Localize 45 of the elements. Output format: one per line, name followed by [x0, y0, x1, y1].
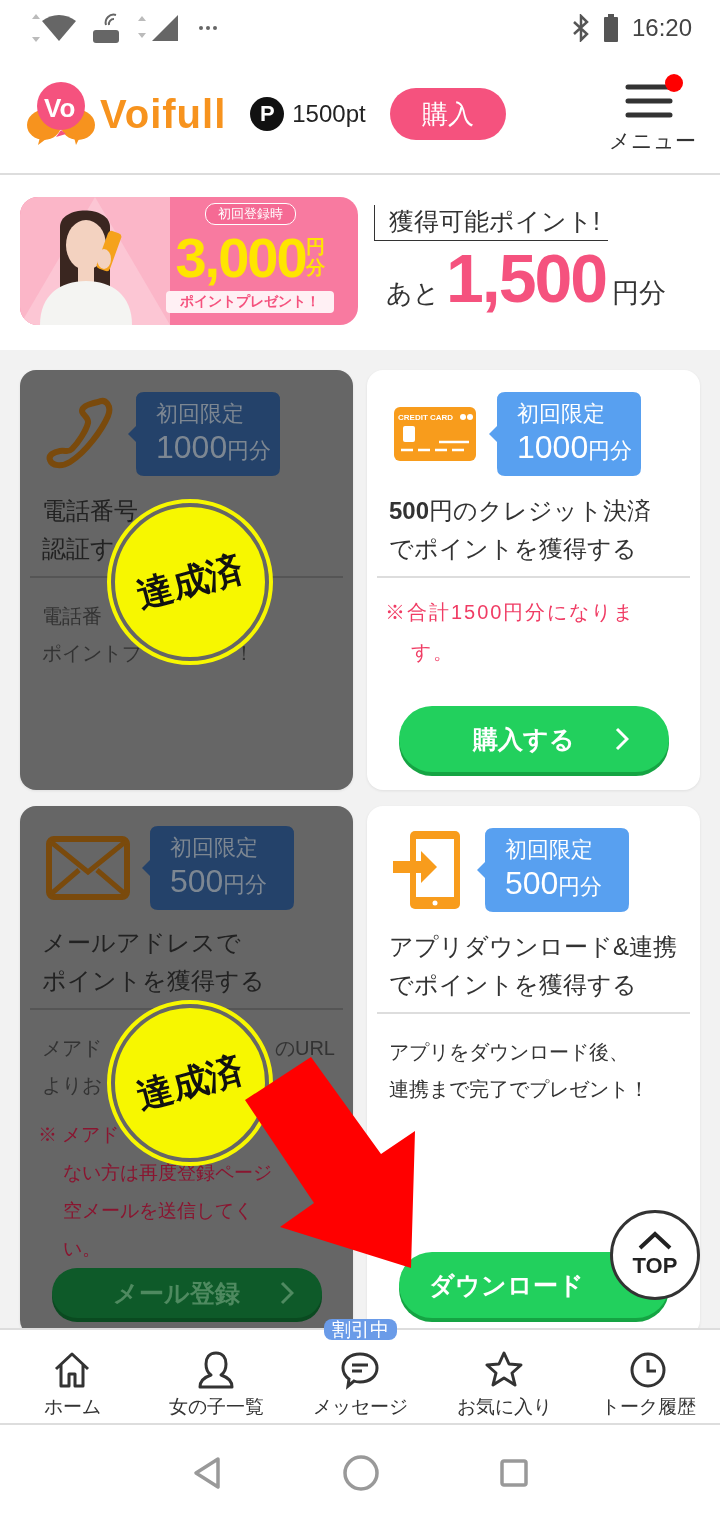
promo-unit: 円分	[305, 236, 325, 278]
offer-title: でポイントを獲得する	[389, 534, 637, 564]
offer-title: ポイントを獲得する	[42, 966, 265, 996]
offer-description: 連携まで完了でプレゼント！	[389, 1077, 649, 1102]
envelope-icon	[46, 836, 130, 900]
clock-time: 16:20	[631, 13, 692, 42]
menu-label: メニュー	[609, 128, 696, 154]
nav-tab[interactable]: ホーム	[0, 1346, 144, 1423]
caret-up-icon	[637, 1231, 673, 1251]
offer-title: でポイントを獲得する	[389, 970, 637, 1000]
offer-note: ※合計1500円分になりま	[385, 600, 636, 625]
logo-text: Voifull	[100, 91, 227, 137]
nav-tab[interactable]: お気に入り	[432, 1346, 576, 1423]
remaining-unit: 円分	[612, 276, 667, 310]
offer-title: 500円のクレジット決済	[389, 496, 652, 526]
promo-tag: 初回登録時	[204, 202, 296, 225]
discount-badge: 割引中	[323, 1319, 397, 1340]
remaining-points: 1,500	[446, 238, 607, 317]
offer-note: す。	[411, 640, 455, 665]
recents-icon[interactable]	[500, 1458, 528, 1487]
battery-icon	[603, 13, 618, 42]
remaining-prefix: あと	[386, 276, 440, 310]
points-headline: 獲得可能ポイント!	[374, 204, 608, 241]
nav-tab[interactable]: トーク履歴	[576, 1346, 720, 1423]
home-button-icon[interactable]	[342, 1453, 380, 1492]
bonus-badge: 初回限定 500円分	[477, 828, 629, 912]
points-icon: P	[250, 97, 285, 131]
more-icon	[198, 24, 218, 31]
offer-title: メールアドレスで	[42, 928, 241, 958]
back-icon[interactable]	[192, 1455, 222, 1490]
points-balance: 1500pt	[292, 100, 366, 128]
offer-title: アプリダウンロード&連携	[389, 932, 677, 962]
offer-description: アプリをダウンロード後、	[389, 1040, 629, 1065]
credit-card-icon: CREDIT CARD	[393, 406, 477, 462]
promo-caption: ポイントプレゼント！	[166, 290, 334, 313]
offer-note: い。	[62, 1237, 101, 1261]
bonus-badge: 初回限定 1000円分	[489, 392, 641, 476]
nav-tab[interactable]: メッセージ	[288, 1346, 432, 1423]
person-icon	[196, 1349, 236, 1390]
promo-amount: 3,000	[175, 224, 306, 291]
bonus-badge: 初回限定 500円分	[142, 826, 294, 910]
bonus-badge: 初回限定 1000円分	[128, 392, 280, 476]
offer-note: 空メールを送信してく	[62, 1199, 253, 1223]
nav-tab[interactable]: 女の子一覧	[144, 1346, 288, 1423]
bluetooth-icon	[571, 13, 590, 42]
